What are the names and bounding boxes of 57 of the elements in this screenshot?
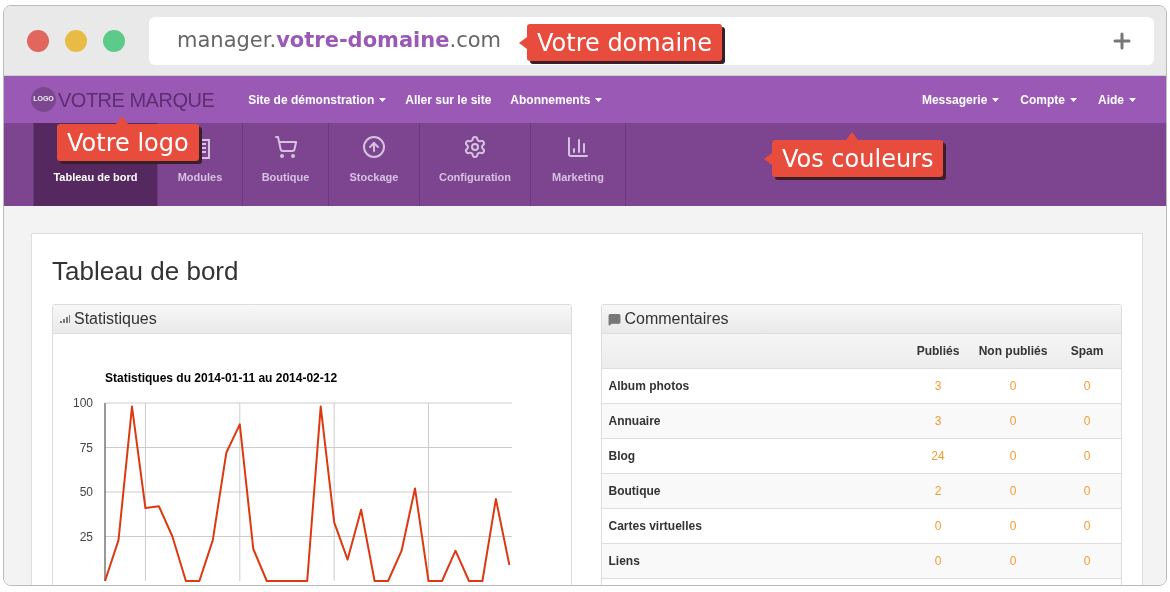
- count-link[interactable]: 0: [1053, 552, 1121, 570]
- table-cell-text: Boutique: [607, 483, 662, 500]
- speech-bubble-icon: [607, 312, 621, 326]
- cart-icon: [273, 134, 298, 159]
- y-tick-label: 100: [72, 396, 93, 410]
- y-tick-label: 25: [79, 529, 93, 544]
- url-text: manager.votre-domaine.com: [177, 26, 502, 54]
- count-link[interactable]: 0: [973, 377, 1053, 395]
- table-cell-text: Liens: [607, 553, 641, 570]
- caret-icon: [1070, 97, 1077, 102]
- upload-icon: [362, 134, 386, 159]
- count-link[interactable]: 0: [973, 482, 1053, 500]
- count-link[interactable]: 0: [1053, 447, 1121, 465]
- table-cell-text: Cartes virtuelles: [607, 518, 703, 535]
- callout: Votre logo: [57, 124, 199, 161]
- table-cell-text: Album photos: [607, 378, 691, 395]
- count-link[interactable]: 0: [973, 552, 1053, 570]
- count-link[interactable]: 3: [903, 377, 973, 395]
- caret-icon: [379, 97, 387, 102]
- count-link[interactable]: 0: [1053, 412, 1121, 430]
- column-header: Non publiés: [977, 343, 1049, 360]
- nav-menu-link[interactable]: Site de démonstration: [248, 90, 387, 109]
- nav-menu-link[interactable]: Compte: [1020, 90, 1077, 109]
- count-link[interactable]: 2: [903, 482, 973, 500]
- callout: Vos couleurs: [772, 140, 944, 177]
- y-tick-label: 50: [79, 485, 93, 499]
- count-link[interactable]: 3: [903, 412, 973, 430]
- signal-bars-icon: [60, 315, 70, 323]
- count-link[interactable]: 0: [903, 552, 973, 570]
- count-link[interactable]: 0: [1053, 517, 1121, 535]
- y-tick-label: 75: [79, 440, 93, 455]
- callout: Votre domaine: [527, 24, 723, 61]
- brand-name: VOTRE MARQUE: [58, 87, 215, 113]
- page-title: Tableau de bord: [52, 256, 240, 286]
- nav-menu-link[interactable]: Aller sur le site: [405, 90, 492, 109]
- caret-icon: [595, 97, 603, 102]
- count-link[interactable]: 0: [903, 517, 973, 535]
- count-link[interactable]: 0: [973, 447, 1053, 465]
- panel-title: Commentaires: [624, 309, 729, 329]
- count-link[interactable]: 24: [903, 447, 973, 465]
- count-link[interactable]: 0: [973, 412, 1053, 430]
- nav-menu-link[interactable]: Messagerie: [921, 90, 1000, 109]
- table-cell-text: Blog: [607, 448, 637, 465]
- panel-title: Statistiques: [74, 309, 157, 329]
- nav-menu-link[interactable]: Aide: [1098, 90, 1136, 109]
- caret-icon: [992, 97, 1000, 102]
- gear-icon: [463, 134, 487, 159]
- caret-icon: [1129, 97, 1136, 102]
- table-cell-text: Annuaire: [607, 413, 662, 430]
- chart-title: Statistiques du 2014-01-11 au 2014-02-12: [105, 371, 338, 385]
- column-header: Spam: [1069, 343, 1105, 360]
- column-header: Publiés: [915, 343, 961, 360]
- count-link[interactable]: 0: [1053, 377, 1121, 395]
- count-link[interactable]: 0: [973, 517, 1053, 535]
- nav-menu-link[interactable]: Abonnements: [510, 90, 603, 109]
- bar-chart-icon: [566, 134, 590, 159]
- count-link[interactable]: 0: [1053, 482, 1121, 500]
